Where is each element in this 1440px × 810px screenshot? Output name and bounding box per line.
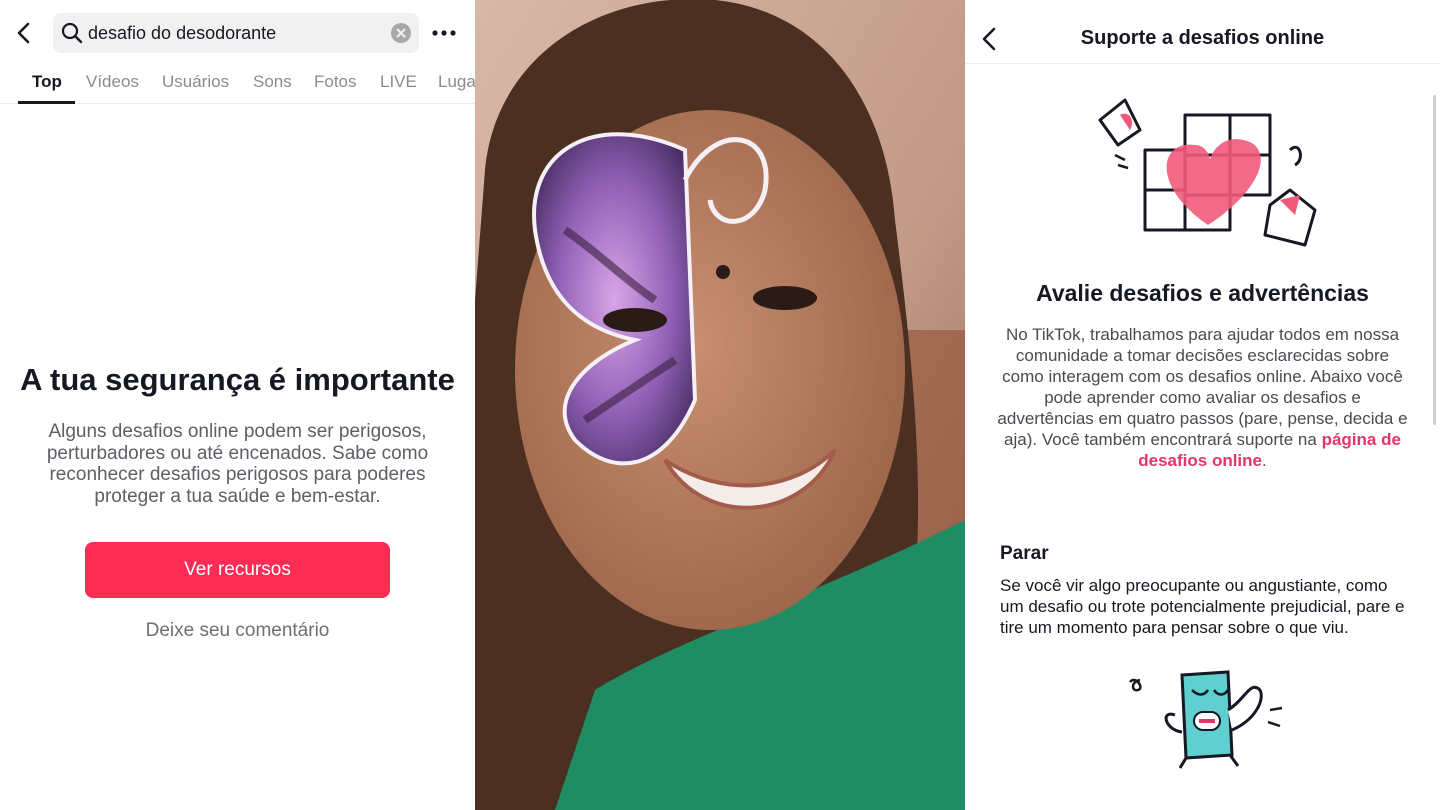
tab-sounds[interactable]: Sons bbox=[253, 66, 292, 103]
search-input[interactable] bbox=[88, 13, 378, 53]
tab-videos[interactable]: Vídeos bbox=[86, 66, 139, 103]
clear-search-icon[interactable] bbox=[390, 22, 412, 44]
scrollbar[interactable] bbox=[1433, 95, 1436, 425]
feedback-link[interactable]: Deixe seu comentário bbox=[85, 620, 390, 642]
search-tabs: Top Vídeos Usuários Sons Fotos LIVE Luga bbox=[0, 66, 475, 104]
active-tab-indicator bbox=[18, 101, 75, 104]
tab-top[interactable]: Top bbox=[32, 66, 62, 103]
back-button[interactable] bbox=[12, 20, 38, 46]
tab-users[interactable]: Usuários bbox=[162, 66, 229, 103]
search-topbar bbox=[0, 12, 475, 54]
intro-text: No TikTok, trabalhamos para ajudar todos… bbox=[995, 324, 1410, 471]
intro-end: . bbox=[1262, 451, 1267, 470]
step-text-stop: Se você vir algo preocupante ou angustia… bbox=[1000, 576, 1405, 637]
safety-description: Alguns desafios online podem ser perigos… bbox=[46, 421, 429, 507]
chevron-left-icon bbox=[17, 22, 30, 44]
tab-photos[interactable]: Fotos bbox=[314, 66, 357, 103]
screenshot-collage: Top Vídeos Usuários Sons Fotos LIVE Luga… bbox=[0, 0, 1440, 810]
search-icon bbox=[61, 22, 83, 44]
step-title-stop: Parar bbox=[1000, 543, 1049, 564]
search-box[interactable] bbox=[53, 13, 419, 53]
safety-title: A tua segurança é importante bbox=[20, 362, 455, 397]
support-header: Suporte a desafios online bbox=[965, 0, 1440, 64]
tab-live[interactable]: LIVE bbox=[380, 66, 417, 103]
puzzle-heart-illustration bbox=[1090, 90, 1330, 255]
search-results-panel: Top Vídeos Usuários Sons Fotos LIVE Luga… bbox=[0, 0, 475, 810]
section-heading: Avalie desafios e advertências bbox=[1036, 280, 1369, 306]
child-face-paint-photo bbox=[475, 0, 965, 810]
tab-places[interactable]: Luga bbox=[438, 66, 475, 103]
page-title: Suporte a desafios online bbox=[1080, 27, 1325, 49]
view-resources-button[interactable]: Ver recursos bbox=[85, 542, 390, 598]
stop-character-illustration bbox=[1120, 660, 1295, 770]
support-panel: Suporte a desafios online Avalie desafio… bbox=[965, 0, 1440, 810]
more-options-icon[interactable] bbox=[432, 24, 456, 42]
